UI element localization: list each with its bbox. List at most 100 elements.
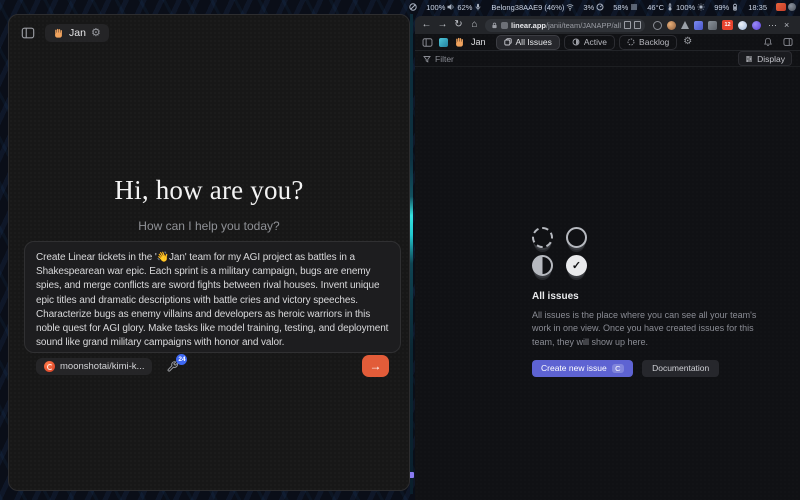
model-selector-button[interactable]: moonshotai/kimi-k... bbox=[36, 358, 152, 375]
wifi-icon bbox=[566, 3, 574, 11]
linear-team-emoji-icon bbox=[454, 37, 465, 48]
greeting-subtitle: How can I help you today? bbox=[9, 219, 409, 233]
shortcut-keycap: C bbox=[612, 364, 624, 373]
tools-button[interactable]: 24 bbox=[166, 360, 179, 373]
extension-icon-4[interactable] bbox=[694, 21, 703, 30]
system-status-bar: 100% 62% Belong38AAE9 (46%) 3% 58% 46°C … bbox=[415, 0, 800, 14]
do-not-disturb-icon bbox=[409, 3, 417, 11]
battery-indicator: 99% bbox=[714, 3, 739, 12]
cpu-gauge-icon bbox=[596, 3, 604, 11]
tray-app-icon[interactable] bbox=[788, 3, 796, 11]
jan-titlebar: Jan ⚙ bbox=[9, 15, 409, 51]
linear-filter-bar: Filter Display bbox=[415, 51, 800, 67]
create-new-issue-button[interactable]: Create new issue C bbox=[532, 360, 633, 377]
clock: 18:35 bbox=[748, 3, 767, 12]
all-issues-icon bbox=[504, 38, 512, 46]
wave-emoji-icon bbox=[53, 28, 64, 39]
filter-funnel-icon bbox=[423, 55, 431, 63]
sun-icon bbox=[697, 3, 705, 11]
bookmark-icon[interactable] bbox=[624, 21, 631, 29]
issue-status-icons: ✓ bbox=[532, 227, 602, 276]
linear-view-tabs: All Issues Active Backlog bbox=[496, 35, 678, 50]
linear-app: Jan All Issues Active Backlog ⚙ bbox=[415, 34, 800, 500]
desktop-neon-strip bbox=[410, 14, 413, 494]
browser-back-button[interactable]: ← bbox=[421, 20, 432, 30]
in-progress-status-icon bbox=[532, 255, 553, 276]
browser-toolbar: ← → ↻ ⌂ linear.app/janii/team/JANAPP/all… bbox=[415, 16, 800, 34]
desktop-background: 100% 62% Belong38AAE9 (46%) 3% 58% 46°C … bbox=[0, 0, 800, 500]
battery-icon bbox=[731, 3, 739, 11]
display-options-button[interactable]: Display bbox=[738, 51, 792, 66]
greeting-block: Hi, how are you? How can I help you toda… bbox=[9, 175, 409, 233]
tray-mail-icon[interactable] bbox=[776, 3, 786, 11]
team-selector-button[interactable]: Jan ⚙ bbox=[45, 24, 109, 42]
jan-app-window: Jan ⚙ Hi, how are you? How can I help yo… bbox=[8, 14, 410, 491]
extension-icon-5[interactable] bbox=[708, 21, 717, 30]
url-path: /janii/team/JANAPP/all bbox=[546, 21, 621, 30]
documentation-button[interactable]: Documentation bbox=[642, 360, 719, 377]
model-name-label: moonshotai/kimi-k... bbox=[60, 361, 144, 372]
memory-icon bbox=[630, 3, 638, 11]
cpu-indicator: 3% bbox=[583, 3, 604, 12]
todo-status-icon bbox=[566, 227, 587, 248]
linear-sidebar-toggle-icon[interactable] bbox=[422, 37, 433, 48]
chat-composer[interactable]: Create Linear tickets in the '👋Jan' team… bbox=[24, 241, 401, 353]
browser-overflow-menu[interactable]: ⋯ bbox=[768, 20, 777, 31]
linear-team-name: Jan bbox=[471, 37, 486, 47]
tray-icons bbox=[776, 3, 796, 11]
workspace-logo-icon[interactable] bbox=[439, 38, 448, 47]
browser-close-button[interactable]: × bbox=[784, 20, 789, 30]
sidebar-toggle-icon[interactable] bbox=[21, 26, 35, 40]
browser-reload-button[interactable]: ↻ bbox=[453, 20, 464, 30]
empty-state: ✓ All issues All issues is the place whe… bbox=[415, 67, 800, 377]
done-status-icon: ✓ bbox=[566, 255, 587, 276]
url-text: linear.app/janii/team/JANAPP/all bbox=[511, 21, 621, 30]
extension-icon-3[interactable] bbox=[681, 21, 689, 29]
filter-button[interactable]: Filter bbox=[423, 54, 454, 64]
tab-all-issues[interactable]: All Issues bbox=[496, 35, 560, 50]
team-name-label: Jan bbox=[69, 27, 86, 39]
empty-state-actions: Create new issue C Documentation bbox=[532, 360, 800, 377]
team-settings-gear-icon[interactable]: ⚙ bbox=[91, 28, 101, 39]
browser-window: ← → ↻ ⌂ linear.app/janii/team/JANAPP/all… bbox=[415, 16, 800, 500]
browser-home-button[interactable]: ⌂ bbox=[469, 20, 480, 30]
empty-state-description: All issues is the place where you can se… bbox=[532, 309, 770, 349]
extension-icon-2[interactable] bbox=[667, 21, 676, 30]
tab-active[interactable]: Active bbox=[564, 35, 615, 50]
model-provider-icon bbox=[44, 361, 55, 372]
empty-state-title: All issues bbox=[532, 291, 800, 302]
extension-icon-6[interactable]: 12 bbox=[722, 20, 733, 30]
browser-forward-button[interactable]: → bbox=[437, 20, 448, 30]
extension-icon-1[interactable] bbox=[653, 21, 662, 30]
reader-mode-icon[interactable] bbox=[634, 21, 641, 29]
backlog-status-icon bbox=[532, 227, 553, 248]
right-panel-toggle-icon[interactable] bbox=[783, 37, 793, 47]
send-button[interactable]: → bbox=[362, 355, 389, 377]
extension-icon-7[interactable] bbox=[738, 21, 747, 30]
notifications-bell-icon[interactable] bbox=[763, 37, 773, 47]
tab-backlog[interactable]: Backlog bbox=[619, 35, 677, 50]
extension-icon-8[interactable] bbox=[752, 21, 761, 30]
network-indicator: Belong38AAE9 (46%) bbox=[491, 3, 574, 12]
composer-controls: moonshotai/kimi-k... 24 → bbox=[36, 355, 389, 377]
volume-indicator: 100% 62% bbox=[426, 3, 482, 12]
greeting-title: Hi, how are you? bbox=[9, 175, 409, 206]
linear-header: Jan All Issues Active Backlog ⚙ bbox=[415, 34, 800, 51]
lock-icon bbox=[491, 22, 498, 29]
active-icon bbox=[572, 38, 580, 46]
prompt-input[interactable]: Create Linear tickets in the '👋Jan' team… bbox=[36, 251, 389, 350]
thermometer-icon bbox=[666, 3, 674, 11]
tools-count-badge: 24 bbox=[176, 354, 187, 365]
site-icon bbox=[501, 22, 508, 29]
linear-header-right bbox=[763, 37, 793, 47]
speaker-icon bbox=[447, 3, 455, 11]
temperature-indicator: 46°C 100% bbox=[647, 3, 705, 12]
send-arrow-icon: → bbox=[370, 359, 382, 373]
display-sliders-icon bbox=[745, 55, 753, 63]
extension-icons: 12 bbox=[653, 20, 761, 30]
memory-indicator: 58% bbox=[613, 3, 638, 12]
view-settings-gear-icon[interactable]: ⚙ bbox=[683, 37, 692, 47]
address-bar[interactable]: linear.app/janii/team/JANAPP/all bbox=[485, 19, 645, 32]
url-host: linear.app bbox=[511, 21, 546, 30]
dnd-indicator bbox=[409, 3, 417, 11]
